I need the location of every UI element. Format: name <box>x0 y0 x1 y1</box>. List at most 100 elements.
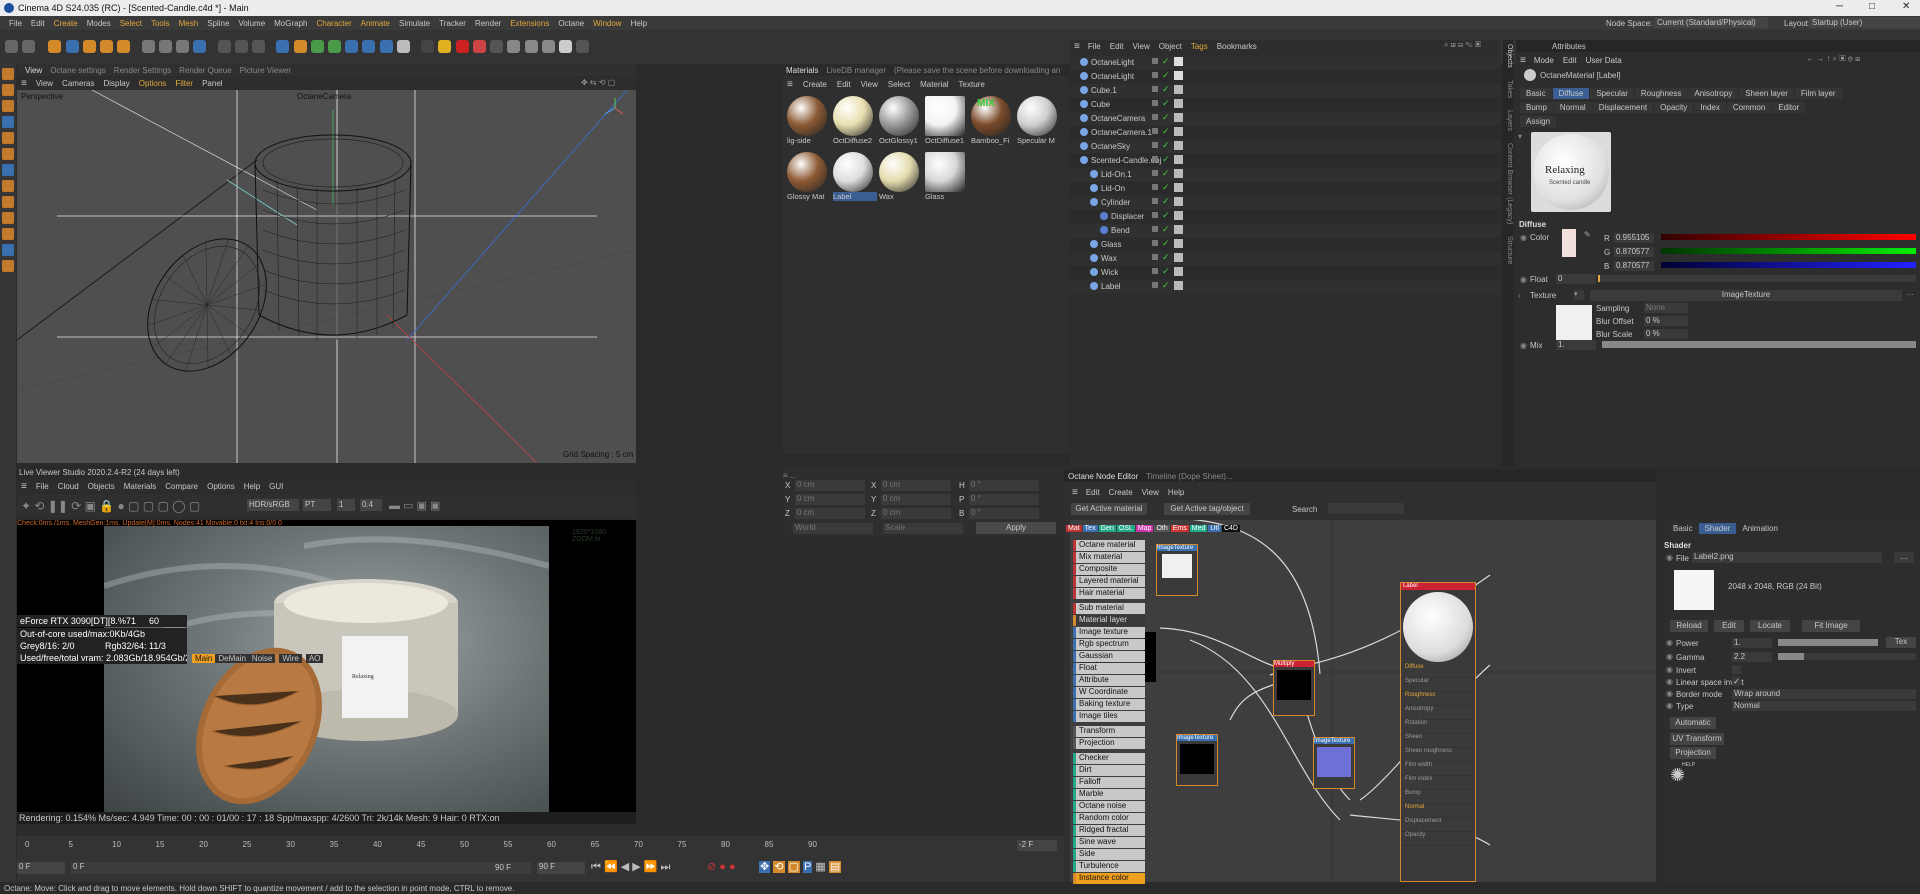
menu-select[interactable]: Select <box>120 19 142 28</box>
viewport-nav-icons[interactable]: ✥ ⇆ ⟲ ▢ <box>581 78 615 87</box>
object-row[interactable]: Cube ✓ <box>1070 98 1500 111</box>
node-category-tab[interactable]: Med <box>1189 524 1208 532</box>
model-mode-icon[interactable] <box>2 116 14 128</box>
node-type-button[interactable]: Ridged fractal <box>1073 825 1145 836</box>
texture-menu-icon[interactable]: ⋯ <box>1906 290 1914 299</box>
color-swatch[interactable] <box>1562 229 1576 257</box>
node-pin[interactable]: Anisotropy <box>1401 706 1475 720</box>
coord-system-select[interactable]: World <box>793 523 873 534</box>
vp-menu-filter[interactable]: Filter <box>175 79 193 88</box>
coord-sz-field[interactable]: 0 cm <box>881 508 951 519</box>
object-row[interactable]: Cube.1 ✓ <box>1070 84 1500 97</box>
texture-field[interactable]: ImageTexture <box>1590 290 1902 301</box>
menu-character[interactable]: Character <box>317 19 352 28</box>
menu-edit[interactable]: Edit <box>31 19 45 28</box>
ne-menu-help[interactable]: Help <box>1168 488 1184 497</box>
node-pin[interactable]: Roughness <box>1401 692 1475 706</box>
tab-view[interactable]: View <box>25 66 42 75</box>
node-type-button[interactable]: Image tiles <box>1073 711 1145 722</box>
node-type-button[interactable]: Image texture <box>1073 627 1145 638</box>
float-slider[interactable] <box>1598 275 1916 282</box>
menu-tools[interactable]: Tools <box>151 19 170 28</box>
pass-wire[interactable]: Wire <box>279 653 302 663</box>
visibility-dots[interactable] <box>1152 184 1158 190</box>
node-pin[interactable]: Film index <box>1401 776 1475 790</box>
object-row[interactable]: Lid-On.1 ✓ <box>1070 168 1500 181</box>
node-category-tab[interactable]: OSL <box>1116 524 1135 532</box>
node-type-button[interactable]: Projection <box>1073 738 1145 749</box>
axis-mode-icon[interactable] <box>2 148 14 160</box>
tag-icon[interactable] <box>1174 225 1183 234</box>
tag-icon[interactable] <box>1174 155 1183 164</box>
menu-create[interactable]: Create <box>54 19 78 28</box>
material-swatch[interactable]: lig-side <box>787 96 829 148</box>
enable-check-icon[interactable]: ✓ <box>1162 196 1170 207</box>
float-field[interactable]: 0 <box>1556 274 1596 284</box>
visibility-dots[interactable] <box>1152 86 1158 92</box>
attr-tab[interactable]: Opacity <box>1654 101 1694 113</box>
object-row[interactable]: OctaneCamera ✓ <box>1070 112 1500 125</box>
node-pin[interactable]: Rotation <box>1401 720 1475 734</box>
lv-extra-icons[interactable]: ▬ ▭ ▣ ▣ <box>389 499 440 512</box>
y-axis-icon[interactable] <box>158 40 172 53</box>
visibility-dots[interactable] <box>1152 170 1158 176</box>
octane-record-icon[interactable] <box>455 40 469 53</box>
enable-check-icon[interactable]: ✓ <box>1162 98 1170 109</box>
mix-anim-dot[interactable]: ◉ <box>1520 341 1527 350</box>
cloner-icon[interactable] <box>327 40 341 53</box>
lv-menu-options[interactable]: Options <box>207 482 235 491</box>
tab-livedb[interactable]: LiveDB manager <box>826 66 886 75</box>
ne-menu-view[interactable]: View <box>1142 488 1159 497</box>
enable-check-icon[interactable]: ✓ <box>1162 266 1170 277</box>
attr-tab[interactable]: Common <box>1726 101 1772 113</box>
blur-scale-field[interactable]: 0 % <box>1644 329 1688 339</box>
menu-mesh[interactable]: Mesh <box>179 19 199 28</box>
cube-icon[interactable] <box>276 40 290 53</box>
current-frame-field[interactable]: -2 F <box>1017 840 1057 851</box>
attr-nav-icons[interactable]: ← → ↑ ⌕ ▣ ⊕ ⊞ <box>1806 54 1860 64</box>
menu-simulate[interactable]: Simulate <box>399 19 430 28</box>
side-tab-content-browser[interactable]: Content Browser (Legacy) <box>1506 143 1513 224</box>
node-type-button[interactable]: Rgb spectrum <box>1073 639 1145 650</box>
eyedropper-icon[interactable]: ✎ <box>1584 230 1591 239</box>
node-type-button[interactable]: Hair material <box>1073 588 1145 599</box>
visibility-dots[interactable] <box>1152 58 1158 64</box>
file-anim-dot[interactable]: ◉ <box>1666 553 1673 562</box>
tab-materials[interactable]: Materials <box>786 66 818 75</box>
object-row[interactable]: Wax ✓ <box>1070 252 1500 265</box>
coord-z-field[interactable]: 0 cm <box>795 508 865 519</box>
enable-check-icon[interactable]: ✓ <box>1162 280 1170 291</box>
obj-menu-file[interactable]: File <box>1088 42 1101 51</box>
attr-tab[interactable]: Anisotropy <box>1688 87 1739 99</box>
mat-menu-material[interactable]: Material <box>920 80 948 89</box>
sculpt-icon[interactable] <box>2 228 14 240</box>
tag-icon[interactable] <box>1174 71 1183 80</box>
float-anim-dot[interactable]: ◉ <box>1520 275 1527 284</box>
ne-menu-create[interactable]: Create <box>1109 488 1133 497</box>
node-pin[interactable]: Sheen <box>1401 734 1475 748</box>
floor-icon[interactable] <box>362 40 376 53</box>
enable-check-icon[interactable]: ✓ <box>1162 126 1170 137</box>
automatic-button[interactable]: Automatic <box>1670 717 1716 729</box>
side-tab-layers[interactable]: Layers <box>1506 110 1513 131</box>
coord-h-field[interactable]: 0 ° <box>969 480 1039 491</box>
octane-sphere4-icon[interactable] <box>559 40 573 53</box>
border-anim-dot[interactable]: ◉ <box>1666 689 1673 698</box>
subdivision-icon[interactable] <box>310 40 324 53</box>
tag-icon[interactable] <box>1174 239 1183 248</box>
node-type-button[interactable]: Layered material <box>1073 576 1145 587</box>
lv-menu-gui[interactable]: GUI <box>269 482 283 491</box>
visibility-dots[interactable] <box>1152 226 1158 232</box>
enable-check-icon[interactable]: ✓ <box>1162 210 1170 221</box>
obj-menu-bookmarks[interactable]: Bookmarks <box>1217 42 1257 51</box>
g-slider[interactable] <box>1661 248 1916 254</box>
node-pin[interactable]: Opacity <box>1401 832 1475 846</box>
node-partial[interactable] <box>1144 632 1156 682</box>
visibility-dots[interactable] <box>1152 212 1158 218</box>
node-category-tab[interactable]: Mat <box>1066 524 1082 532</box>
close-button[interactable]: ✕ <box>1902 1 1910 12</box>
transform-icon[interactable] <box>117 40 131 53</box>
record-controls[interactable]: ⊘ ● ● <box>707 860 736 873</box>
linear-anim-dot[interactable]: ◉ <box>1666 677 1673 686</box>
timeline-ruler[interactable]: 0 5 10 15 20 25 30 35 40 45 50 55 60 65 70 75 80 85 90 <box>25 838 817 850</box>
